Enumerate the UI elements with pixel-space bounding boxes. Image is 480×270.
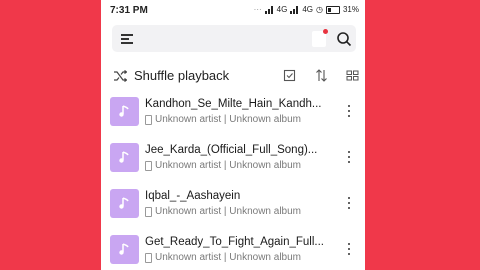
album-art: [110, 97, 139, 126]
album-art: [110, 235, 139, 264]
phone-storage-icon: [145, 114, 152, 125]
status-time: 7:31 PM: [110, 5, 148, 16]
song-title: Kandhon_Se_Milte_Hain_Kandh...: [145, 98, 322, 110]
menu-icon[interactable]: [121, 34, 133, 44]
phone-screen: 7:31 PM ··· 4G 4G ◷ 31% Shuffle playback: [101, 0, 365, 270]
song-title: Get_Ready_To_Fight_Again_Full...: [145, 236, 324, 248]
song-subtitle: Unknown artist | Unknown album: [145, 114, 301, 125]
phone-storage-icon: [145, 252, 152, 263]
battery-icon: [325, 5, 340, 14]
song-subtitle: Unknown artist | Unknown album: [145, 206, 301, 217]
more-options-icon[interactable]: [345, 196, 353, 210]
status-indicators: ··· 4G 4G ◷ 31%: [254, 5, 359, 14]
select-checkbox-icon[interactable]: [283, 69, 296, 82]
sort-icon[interactable]: [315, 69, 328, 82]
shuffle-icon[interactable]: [113, 69, 128, 82]
song-list: Kandhon_Se_Milte_Hain_Kandh... Unknown a…: [101, 92, 365, 270]
song-list-item[interactable]: Jee_Karda_(Official_Full_Song)... Unknow…: [101, 138, 365, 184]
album-art: [110, 143, 139, 172]
battery-level: 31%: [342, 5, 359, 14]
song-list-item[interactable]: Iqbal_-_Aashayein Unknown artist | Unkno…: [101, 184, 365, 230]
notification-thumbnail-icon[interactable]: [312, 29, 328, 47]
more-options-icon[interactable]: [345, 104, 353, 118]
search-bar[interactable]: [112, 25, 356, 52]
alarm-icon: ◷: [316, 5, 323, 14]
more-options-icon[interactable]: [345, 150, 353, 164]
song-title: Jee_Karda_(Official_Full_Song)...: [145, 144, 318, 156]
search-icon[interactable]: [336, 31, 352, 47]
music-note-icon: [119, 151, 129, 163]
signal-icon-2: [290, 5, 299, 14]
network-label-1: 4G: [276, 5, 288, 14]
music-note-icon: [119, 243, 129, 255]
music-note-icon: [119, 197, 129, 209]
song-subtitle: Unknown artist | Unknown album: [145, 160, 301, 171]
phone-storage-icon: [145, 160, 152, 171]
song-list-item[interactable]: Kandhon_Se_Milte_Hain_Kandh... Unknown a…: [101, 92, 365, 138]
more-options-icon[interactable]: [345, 242, 353, 256]
status-bar: 7:31 PM ··· 4G 4G ◷ 31%: [101, 0, 365, 22]
network-label-2: 4G: [302, 5, 313, 14]
song-list-item[interactable]: Get_Ready_To_Fight_Again_Full... Unknown…: [101, 230, 365, 270]
playback-toolbar: Shuffle playback: [101, 60, 365, 90]
song-title: Iqbal_-_Aashayein: [145, 190, 241, 202]
shuffle-playback-button[interactable]: Shuffle playback: [134, 68, 229, 83]
phone-storage-icon: [145, 206, 152, 217]
song-subtitle: Unknown artist | Unknown album: [145, 252, 301, 263]
dots-icon: ···: [253, 5, 262, 14]
grid-view-icon[interactable]: [346, 69, 359, 82]
album-art: [110, 189, 139, 218]
signal-icon: [264, 5, 274, 14]
music-note-icon: [119, 105, 129, 117]
